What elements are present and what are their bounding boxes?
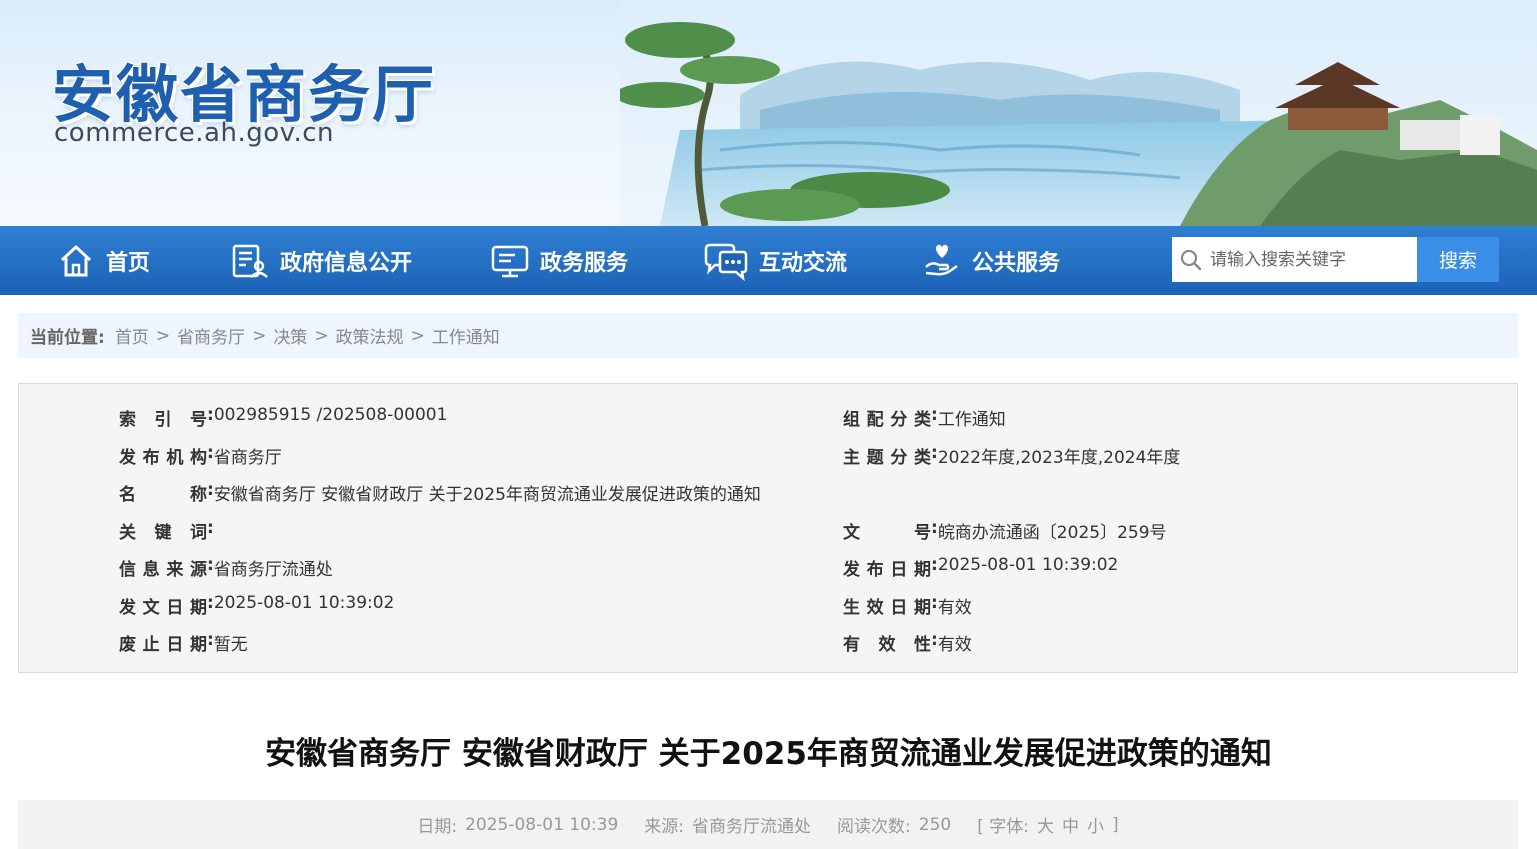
info-publisher: 发布机构: 省商务厅	[119, 443, 282, 468]
nav-label-home: 首页	[106, 250, 151, 276]
font-size-medium-button[interactable]: 中	[1062, 812, 1079, 837]
info-category: 组配分类: 工作通知	[843, 405, 1006, 430]
search-icon	[1172, 249, 1210, 271]
info-effective-date: 生效日期: 有效	[843, 593, 972, 618]
breadcrumb-item-department[interactable]: 省商务厅	[177, 323, 245, 348]
info-source: 信息来源: 省商务厅流通处	[119, 555, 333, 580]
info-value: 2025-08-01 10:39:02	[213, 593, 395, 613]
nav-label-gov-service: 政务服务	[540, 250, 629, 276]
home-icon	[56, 241, 96, 281]
breadcrumb-separator: >	[252, 325, 267, 346]
font-size-label: [ 字体:	[977, 817, 1029, 837]
info-publish-date: 发布日期: 2025-08-01 10:39:02	[843, 555, 1118, 580]
info-colon: :	[931, 443, 938, 463]
info-colon: :	[931, 555, 938, 575]
info-value: 2025-08-01 10:39:02	[937, 555, 1119, 575]
font-size-close-bracket: ]	[1111, 814, 1119, 835]
info-colon: :	[931, 405, 938, 425]
date-label: 日期:	[417, 817, 458, 837]
info-value: 有效	[937, 635, 972, 655]
info-value: 暂无	[213, 635, 248, 655]
font-size-large-button[interactable]: 大	[1037, 812, 1054, 837]
nav-label-interaction: 互动交流	[759, 250, 848, 276]
info-value: 002985915 /202508-00001	[213, 405, 448, 425]
info-expiry-date: 废止日期: 暂无	[119, 630, 248, 655]
info-key: 发布机构	[119, 448, 207, 468]
info-colon: :	[207, 518, 214, 538]
info-colon: :	[207, 593, 214, 613]
search-input[interactable]	[1210, 239, 1410, 280]
landscape-illustration	[620, 0, 1537, 226]
nav-label-public-service: 公共服务	[972, 250, 1061, 276]
views-label: 阅读次数:	[837, 817, 911, 837]
info-key: 主题分类	[843, 448, 931, 468]
info-index-number: 索引号: 002985915 /202508-00001	[119, 405, 447, 430]
info-topic: 主题分类: 2022年度,2023年度,2024年度	[843, 443, 1180, 468]
info-value: 2022年度,2023年度,2024年度	[937, 448, 1181, 468]
header-banner: 安徽省商务厅 commerce.ah.gov.cn	[0, 0, 1537, 226]
info-value: 省商务厅	[213, 448, 282, 468]
info-key: 文号	[843, 523, 931, 543]
nav-item-home[interactable]: 首页	[56, 226, 150, 295]
nav-item-public-service[interactable]: 公共服务	[922, 226, 1060, 295]
article-meta-bar: 日期: 2025-08-01 10:39 来源: 省商务厅流通处 阅读次数: 2…	[18, 800, 1518, 849]
info-keywords: 关键词:	[119, 518, 214, 543]
breadcrumb-label: 当前位置:	[30, 328, 105, 348]
info-key: 关键词	[119, 523, 207, 543]
source-label: 来源:	[644, 817, 685, 837]
search-box	[1172, 237, 1417, 282]
nav-label-gov-info: 政府信息公开	[280, 250, 413, 276]
monitor-icon	[490, 241, 530, 281]
hand-heart-icon	[922, 241, 962, 281]
info-key: 废止日期	[119, 635, 207, 655]
breadcrumb-item-home[interactable]: 首页	[115, 323, 149, 348]
breadcrumb-item-decision[interactable]: 决策	[273, 323, 307, 348]
info-value: 皖商办流通函〔2025〕259号	[937, 523, 1167, 543]
document-user-icon	[230, 241, 270, 281]
info-issue-date: 发文日期: 2025-08-01 10:39:02	[119, 593, 394, 618]
breadcrumb-item-notice[interactable]: 工作通知	[432, 323, 500, 348]
info-colon: :	[207, 630, 214, 650]
info-colon: :	[207, 555, 214, 575]
info-value: 有效	[937, 598, 972, 618]
breadcrumb-separator: >	[155, 325, 171, 346]
font-size-small-button[interactable]: 小	[1087, 812, 1104, 837]
document-info-table: 索引号: 002985915 /202508-00001 发布机构: 省商务厅 …	[18, 383, 1518, 673]
breadcrumb-separator: >	[410, 325, 425, 346]
breadcrumb: 当前位置: 首页 > 省商务厅 > 决策 > 政策法规 > 工作通知	[18, 313, 1518, 358]
breadcrumb-separator: >	[314, 325, 329, 346]
views-count: 250	[918, 814, 952, 835]
publish-date: 2025-08-01 10:39	[465, 814, 619, 835]
info-key: 信息来源	[119, 560, 207, 580]
source-value: 省商务厅流通处	[692, 817, 812, 837]
site-domain: commerce.ah.gov.cn	[54, 118, 335, 148]
nav-item-gov-service[interactable]: 政务服务	[490, 226, 628, 295]
info-key: 索引号	[119, 410, 207, 430]
info-doc-number: 文号: 皖商办流通函〔2025〕259号	[843, 518, 1167, 543]
article-title: 安徽省商务厅 安徽省财政厅 关于2025年商贸流通业发展促进政策的通知	[265, 736, 1272, 772]
info-colon: :	[207, 405, 214, 425]
search-button[interactable]: 搜索	[1417, 237, 1499, 282]
info-key: 发布日期	[843, 560, 931, 580]
chat-bubbles-icon	[703, 241, 749, 281]
info-key: 名称	[119, 485, 207, 505]
info-value: 安徽省商务厅 安徽省财政厅 关于2025年商贸流通业发展促进政策的通知	[213, 485, 761, 505]
breadcrumb-item-policy[interactable]: 政策法规	[336, 323, 404, 348]
nav-item-interaction[interactable]: 互动交流	[703, 226, 847, 295]
info-colon: :	[931, 630, 938, 650]
info-value: 工作通知	[937, 410, 1006, 430]
info-key: 有效性	[843, 635, 931, 655]
info-validity: 有效性: 有效	[843, 630, 972, 655]
info-name: 名称: 安徽省商务厅 安徽省财政厅 关于2025年商贸流通业发展促进政策的通知	[119, 480, 761, 505]
info-colon: :	[931, 593, 938, 613]
info-colon: :	[207, 443, 214, 463]
info-value: 省商务厅流通处	[213, 560, 333, 580]
info-colon: :	[207, 480, 214, 500]
info-key: 组配分类	[843, 410, 931, 430]
info-colon: :	[931, 518, 938, 538]
info-key: 生效日期	[843, 598, 931, 618]
nav-item-gov-info[interactable]: 政府信息公开	[230, 226, 412, 295]
info-key: 发文日期	[119, 598, 207, 618]
